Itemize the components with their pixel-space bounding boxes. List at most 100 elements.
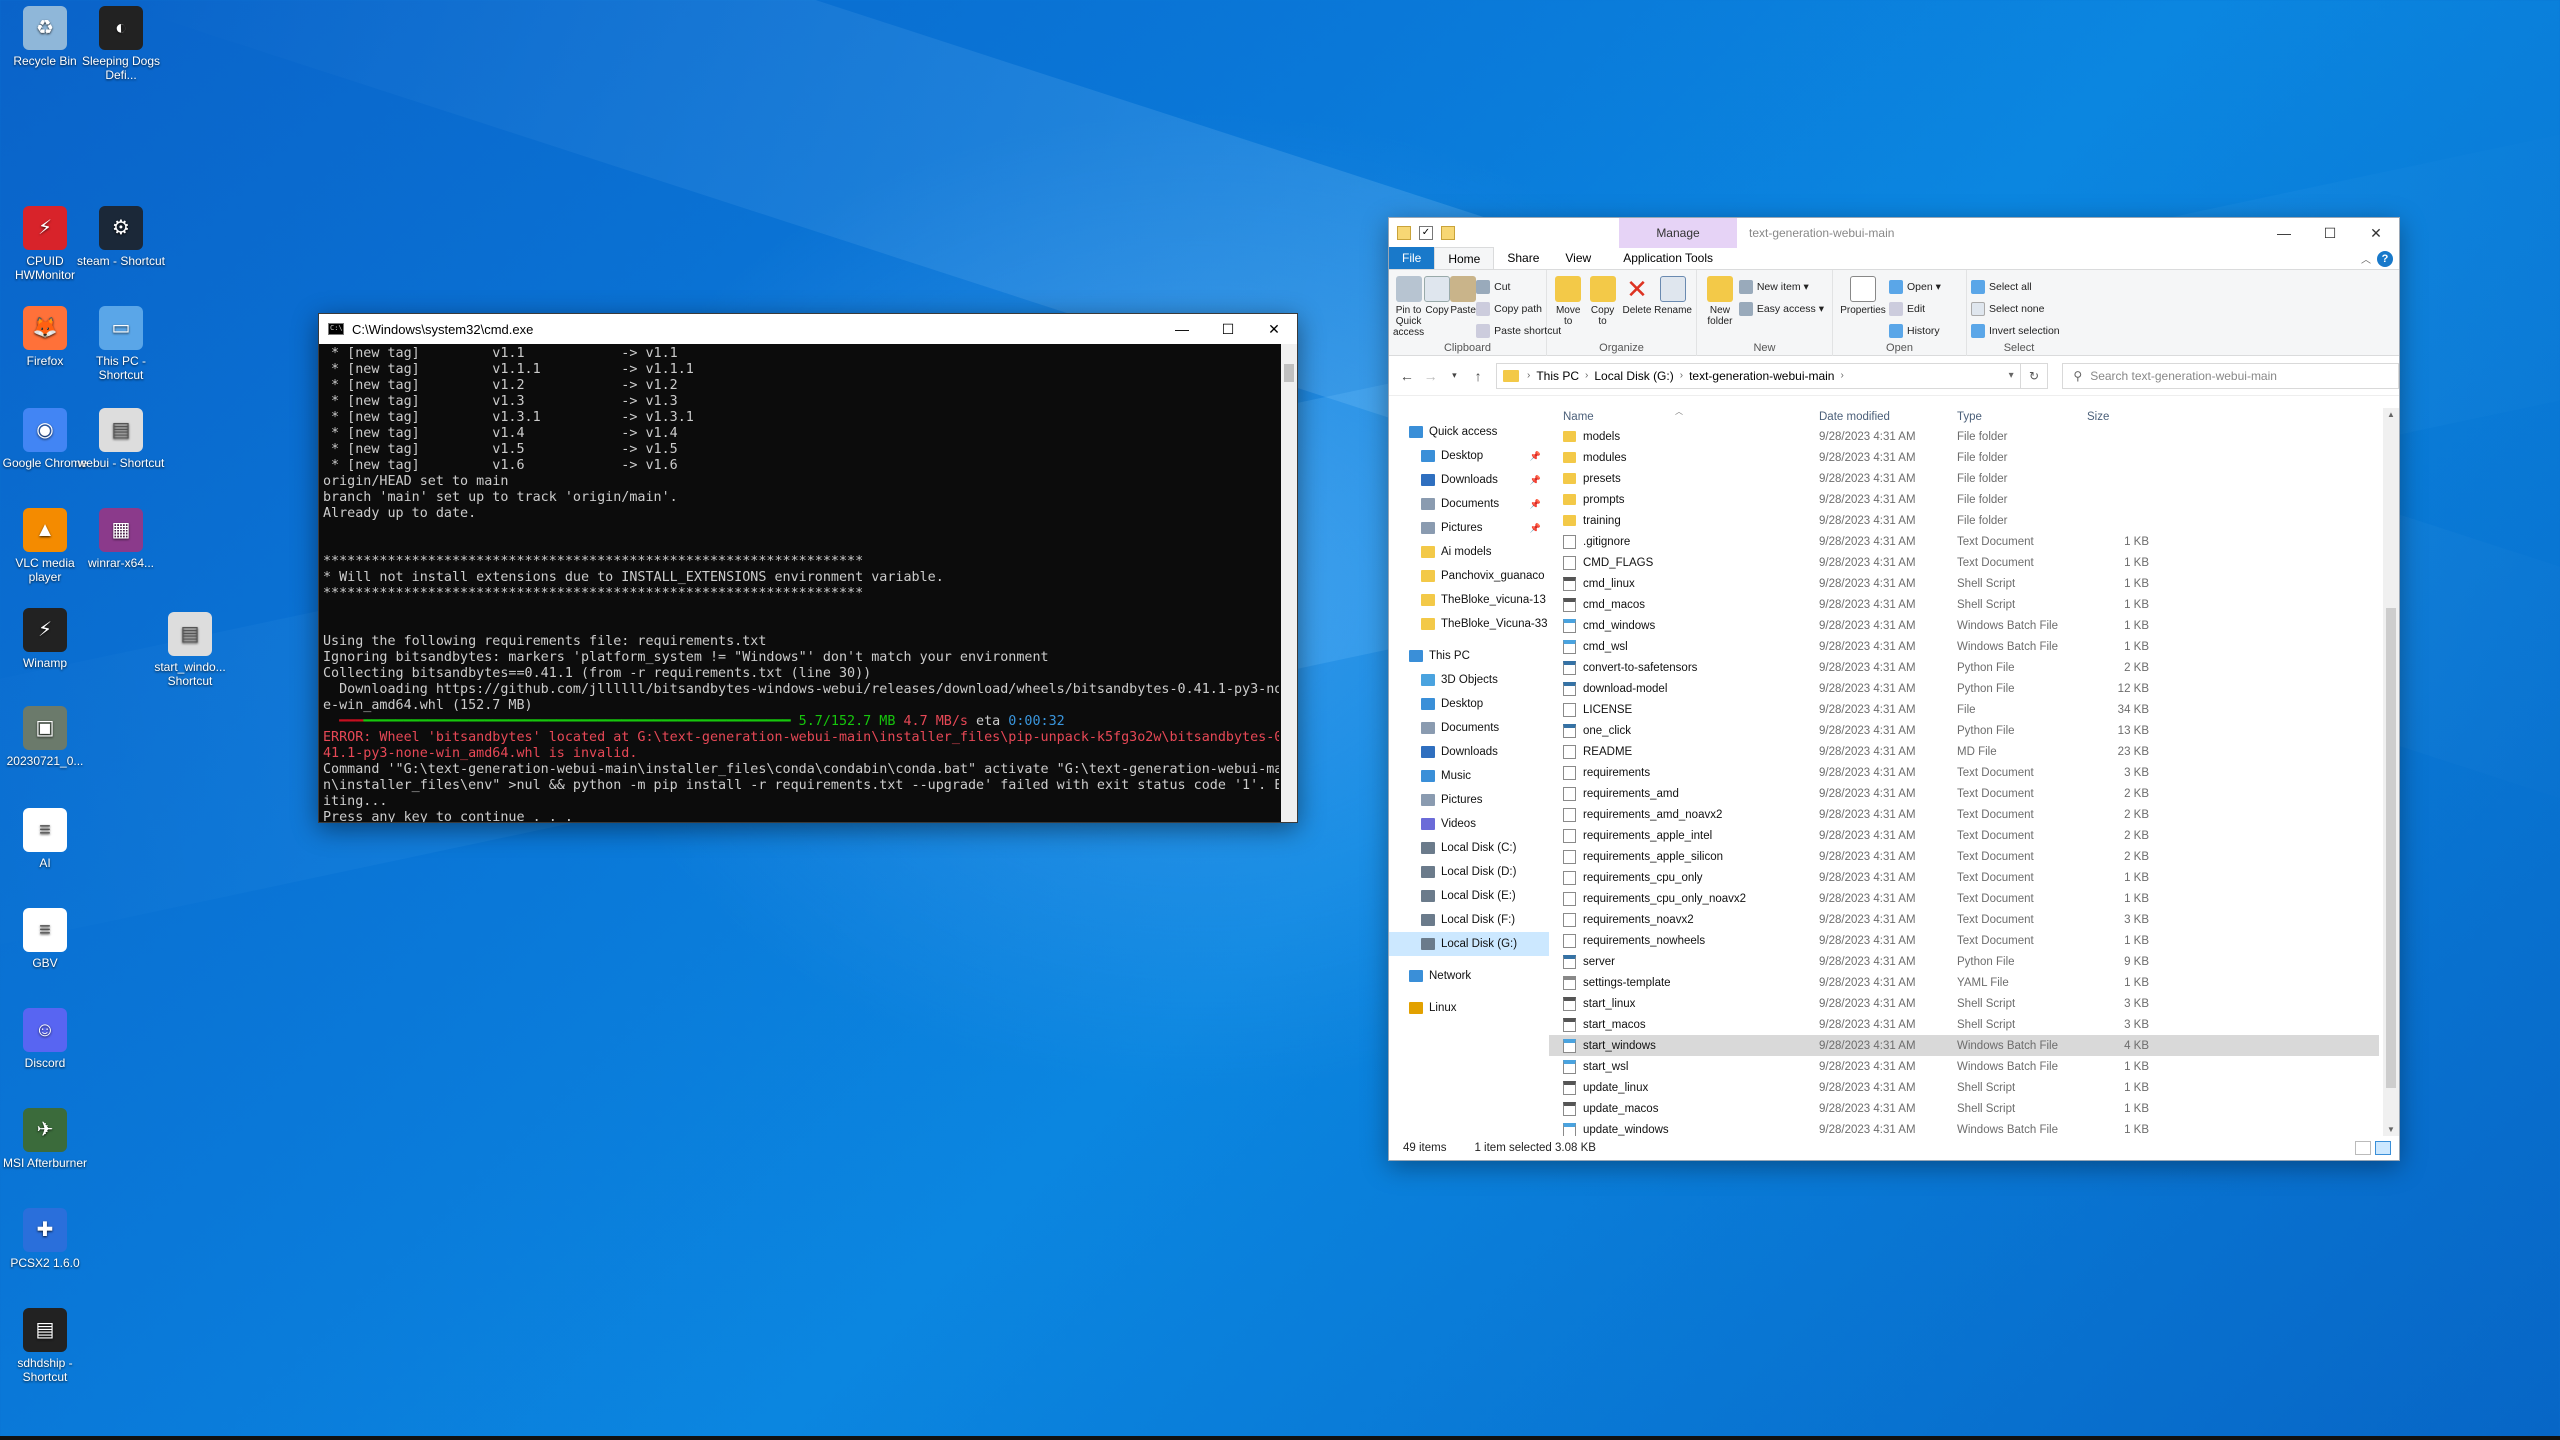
table-row[interactable]: download-model 9/28/2023 4:31 AM Python Fi… bbox=[1549, 678, 2379, 699]
nav-item[interactable]: TheBloke_vicuna-13 bbox=[1389, 588, 1549, 612]
help-icon[interactable]: ? bbox=[2377, 251, 2393, 267]
properties-quick-icon[interactable]: ✓ bbox=[1419, 226, 1433, 240]
nav-item[interactable]: Downloads bbox=[1389, 740, 1549, 764]
minimize-button[interactable]: — bbox=[1159, 314, 1205, 344]
nav-item[interactable]: Pictures 📌 bbox=[1389, 516, 1549, 540]
back-arrow-icon[interactable]: ← bbox=[1395, 368, 1419, 384]
history-button[interactable]: History bbox=[1889, 320, 1945, 342]
column-header-size[interactable]: Size bbox=[2087, 411, 2109, 423]
nav-item[interactable]: Quick access bbox=[1389, 420, 1549, 444]
column-header-name[interactable]: Name bbox=[1563, 411, 1594, 423]
large-icons-view-icon[interactable] bbox=[2355, 1141, 2371, 1155]
nav-item[interactable]: Videos bbox=[1389, 812, 1549, 836]
file-list-scrollbar-thumb[interactable] bbox=[2386, 608, 2396, 1088]
minimize-button[interactable]: — bbox=[2261, 218, 2307, 248]
nav-item[interactable]: Pictures bbox=[1389, 788, 1549, 812]
table-row[interactable]: modules 9/28/2023 4:31 AM File folder bbox=[1549, 447, 2379, 468]
chevron-right-icon[interactable]: › bbox=[1840, 370, 1843, 381]
table-row[interactable]: settings-template 9/28/2023 4:31 AM YAML F… bbox=[1549, 972, 2379, 993]
nav-item[interactable]: Local Disk (G:) bbox=[1389, 932, 1549, 956]
desktop-shortcut[interactable]: ≡ GBV bbox=[0, 908, 90, 970]
up-arrow-icon[interactable]: ↑ bbox=[1466, 368, 1490, 384]
scroll-up-icon[interactable]: ▲ bbox=[2383, 410, 2399, 419]
refresh-icon[interactable]: ↻ bbox=[2020, 362, 2049, 389]
navigation-pane[interactable]: Quick access Desktop 📌 Downloads 📌 Documents 📌… bbox=[1389, 408, 1549, 1136]
chevron-down-icon[interactable]: ▾ bbox=[2003, 370, 2020, 381]
maximize-button[interactable]: ☐ bbox=[2307, 218, 2353, 248]
cmd-console-output[interactable]: * [new tag] v1.1 -> v1.1 * [new tag] v1.… bbox=[319, 344, 1279, 822]
nav-item[interactable]: Downloads 📌 bbox=[1389, 468, 1549, 492]
new-folder-quick-icon[interactable] bbox=[1441, 226, 1455, 240]
cmd-titlebar[interactable]: C:\Windows\system32\cmd.exe — ☐ ✕ bbox=[319, 314, 1297, 344]
nav-item[interactable]: Local Disk (F:) bbox=[1389, 908, 1549, 932]
breadcrumb-local-disk-g[interactable]: Local Disk (G:) bbox=[1588, 369, 1679, 383]
nav-item[interactable]: Music bbox=[1389, 764, 1549, 788]
cmd-scrollbar[interactable] bbox=[1281, 344, 1297, 822]
desktop-shortcut[interactable]: ≡ AI bbox=[0, 808, 90, 870]
details-view-icon[interactable] bbox=[2375, 1141, 2391, 1155]
address-bar[interactable]: › This PC › Local Disk (G:) › text-gener… bbox=[1496, 362, 2021, 389]
desktop-shortcut[interactable]: ⚙ steam - Shortcut bbox=[76, 206, 166, 268]
tab-application-tools[interactable]: Application Tools bbox=[1610, 247, 1726, 269]
nav-item[interactable]: Documents 📌 bbox=[1389, 492, 1549, 516]
table-row[interactable]: start_linux 9/28/2023 4:31 AM Shell Script… bbox=[1549, 993, 2379, 1014]
file-explorer-window[interactable]: ✓ Manage text-generation-webui-main — ☐ … bbox=[1388, 217, 2400, 1161]
table-row[interactable]: cmd_linux 9/28/2023 4:31 AM Shell Script 1 … bbox=[1549, 573, 2379, 594]
desktop-shortcut[interactable]: ⚡ Winamp bbox=[0, 608, 90, 670]
nav-item[interactable]: This PC bbox=[1389, 644, 1549, 668]
desktop-shortcut[interactable]: ▦ winrar-x64... bbox=[76, 508, 166, 570]
table-row[interactable]: LICENSE 9/28/2023 4:31 AM File 34 KB bbox=[1549, 699, 2379, 720]
table-row[interactable]: update_windows 9/28/2023 4:31 AM Windows B… bbox=[1549, 1119, 2379, 1136]
edit-button[interactable]: Edit bbox=[1889, 298, 1945, 320]
recent-locations-chevron-icon[interactable]: ▾ bbox=[1443, 370, 1467, 381]
invert-selection-button[interactable]: Invert selection bbox=[1971, 320, 2064, 342]
explorer-titlebar[interactable]: ✓ Manage text-generation-webui-main — ☐ … bbox=[1389, 218, 2399, 248]
table-row[interactable]: presets 9/28/2023 4:31 AM File folder bbox=[1549, 468, 2379, 489]
nav-item[interactable]: Desktop 📌 bbox=[1389, 444, 1549, 468]
scroll-down-icon[interactable]: ▼ bbox=[2383, 1125, 2399, 1134]
column-header-date-modified[interactable]: Date modified bbox=[1819, 411, 1890, 423]
select-none-button[interactable]: Select none bbox=[1971, 298, 2064, 320]
table-row[interactable]: update_macos 9/28/2023 4:31 AM Shell Scrip… bbox=[1549, 1098, 2379, 1119]
table-row[interactable]: start_windows 9/28/2023 4:31 AM Windows Ba… bbox=[1549, 1035, 2379, 1056]
table-row[interactable]: README 9/28/2023 4:31 AM MD File 23 KB bbox=[1549, 741, 2379, 762]
desktop-shortcut[interactable]: ▣ 20230721_0... bbox=[0, 706, 90, 768]
search-input[interactable]: ⚲ Search text-generation-webui-main bbox=[2062, 362, 2399, 389]
forward-arrow-icon[interactable]: → bbox=[1419, 368, 1443, 384]
nav-item[interactable]: Local Disk (D:) bbox=[1389, 860, 1549, 884]
table-row[interactable]: update_linux 9/28/2023 4:31 AM Shell Scrip… bbox=[1549, 1077, 2379, 1098]
table-row[interactable]: requirements 9/28/2023 4:31 AM Text Docume… bbox=[1549, 762, 2379, 783]
open-button[interactable]: Open ▾ bbox=[1889, 276, 1945, 298]
table-row[interactable]: requirements_amd 9/28/2023 4:31 AM Text Do… bbox=[1549, 783, 2379, 804]
nav-item[interactable]: Documents bbox=[1389, 716, 1549, 740]
tab-home[interactable]: Home bbox=[1434, 247, 1495, 269]
table-row[interactable]: requirements_apple_intel 9/28/2023 4:31 A… bbox=[1549, 825, 2379, 846]
table-row[interactable]: cmd_windows 9/28/2023 4:31 AM Windows Batc… bbox=[1549, 615, 2379, 636]
table-row[interactable]: CMD_FLAGS 9/28/2023 4:31 AM Text Document 1… bbox=[1549, 552, 2379, 573]
close-button[interactable]: ✕ bbox=[2353, 218, 2399, 248]
desktop-shortcut[interactable]: ▤ webui - Shortcut bbox=[76, 408, 166, 470]
table-row[interactable]: .gitignore 9/28/2023 4:31 AM Text Document… bbox=[1549, 531, 2379, 552]
table-row[interactable]: requirements_amd_noavx2 9/28/2023 4:31 AM… bbox=[1549, 804, 2379, 825]
breadcrumb-this-pc[interactable]: This PC bbox=[1530, 369, 1585, 383]
manage-contextual-tab[interactable]: Manage bbox=[1619, 218, 1737, 248]
nav-item[interactable]: Desktop bbox=[1389, 692, 1549, 716]
table-row[interactable]: prompts 9/28/2023 4:31 AM File folder bbox=[1549, 489, 2379, 510]
tab-view[interactable]: View bbox=[1552, 247, 1604, 269]
tab-file[interactable]: File bbox=[1389, 247, 1435, 269]
table-row[interactable]: training 9/28/2023 4:31 AM File folder bbox=[1549, 510, 2379, 531]
desktop-shortcut[interactable]: ✚ PCSX2 1.6.0 bbox=[0, 1208, 90, 1270]
nav-item[interactable]: Ai models bbox=[1389, 540, 1549, 564]
new-item-button[interactable]: New item ▾ bbox=[1738, 276, 1828, 298]
nav-item[interactable]: Network bbox=[1389, 964, 1549, 988]
nav-item[interactable]: Linux bbox=[1389, 996, 1549, 1020]
table-row[interactable]: server 9/28/2023 4:31 AM Python File 9 KB bbox=[1549, 951, 2379, 972]
table-row[interactable]: requirements_apple_silicon 9/28/2023 4:31… bbox=[1549, 846, 2379, 867]
nav-item[interactable]: TheBloke_Vicuna-33 bbox=[1389, 612, 1549, 636]
nav-item[interactable]: Local Disk (E:) bbox=[1389, 884, 1549, 908]
table-row[interactable]: cmd_macos 9/28/2023 4:31 AM Shell Script 1 … bbox=[1549, 594, 2379, 615]
nav-item[interactable]: Local Disk (C:) bbox=[1389, 836, 1549, 860]
tab-share[interactable]: Share bbox=[1494, 247, 1552, 269]
file-list-scrollbar[interactable]: ▲ ▼ bbox=[2383, 408, 2399, 1136]
easy-access-button[interactable]: Easy access ▾ bbox=[1738, 298, 1828, 320]
